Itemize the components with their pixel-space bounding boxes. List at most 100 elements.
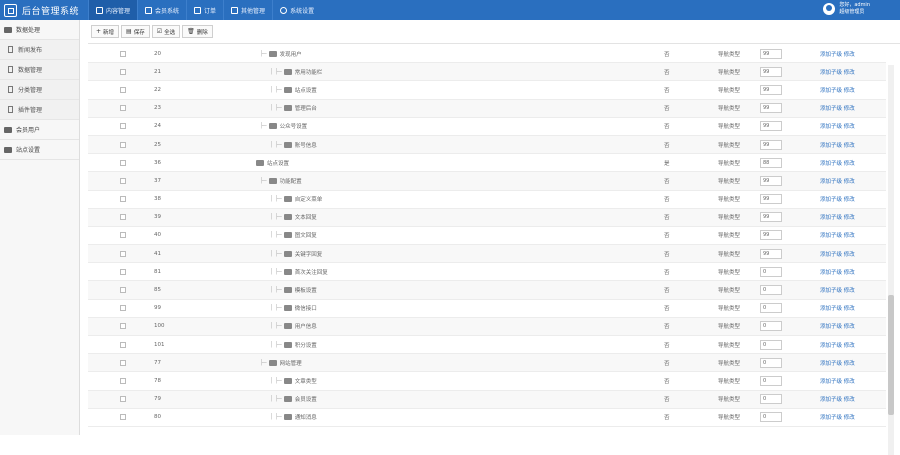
sidebar-item-news[interactable]: 新闻发布 bbox=[0, 40, 79, 60]
modify-link[interactable]: 修改 bbox=[844, 288, 855, 294]
row-checkbox[interactable] bbox=[120, 86, 126, 93]
add-child-link[interactable]: 添加子级 bbox=[820, 215, 842, 221]
add-child-link[interactable]: 添加子级 bbox=[820, 415, 842, 421]
modify-link[interactable]: 修改 bbox=[844, 215, 855, 221]
modify-link[interactable]: 修改 bbox=[844, 306, 855, 312]
row-checkbox[interactable] bbox=[120, 50, 126, 57]
row-checkbox[interactable] bbox=[120, 159, 126, 166]
modify-link[interactable]: 修改 bbox=[844, 197, 855, 203]
row-checkbox[interactable] bbox=[120, 341, 126, 348]
add-child-link[interactable]: 添加子级 bbox=[820, 343, 842, 349]
row-checkbox[interactable] bbox=[120, 359, 126, 366]
modify-link[interactable]: 修改 bbox=[844, 124, 855, 130]
add-child-link[interactable]: 添加子级 bbox=[820, 70, 842, 76]
sort-input[interactable]: 99 bbox=[760, 48, 782, 59]
add-child-link[interactable]: 添加子级 bbox=[820, 179, 842, 185]
row-checkbox[interactable] bbox=[120, 305, 126, 312]
sort-input[interactable]: 0 bbox=[760, 266, 782, 277]
sidebar-item-data[interactable]: 数据管理 bbox=[0, 60, 79, 80]
row-checkbox[interactable] bbox=[120, 214, 126, 221]
modify-link[interactable]: 修改 bbox=[844, 179, 855, 185]
sidebar-group-site[interactable]: 站点设置 bbox=[0, 140, 79, 160]
row-checkbox[interactable] bbox=[120, 396, 126, 403]
row-checkbox[interactable] bbox=[120, 105, 126, 112]
sort-input[interactable]: 0 bbox=[760, 394, 782, 405]
sort-input[interactable]: 0 bbox=[760, 285, 782, 296]
modify-link[interactable]: 修改 bbox=[844, 161, 855, 167]
modify-link[interactable]: 修改 bbox=[844, 52, 855, 58]
nav-orders[interactable]: 订单 bbox=[186, 0, 223, 20]
delete-button[interactable]: 🗑 删除 bbox=[182, 25, 213, 38]
add-child-link[interactable]: 添加子级 bbox=[820, 252, 842, 258]
row-checkbox[interactable] bbox=[120, 232, 126, 239]
sort-input[interactable]: 99 bbox=[760, 84, 782, 95]
add-child-link[interactable]: 添加子级 bbox=[820, 88, 842, 94]
add-child-link[interactable]: 添加子级 bbox=[820, 233, 842, 239]
row-checkbox[interactable] bbox=[120, 177, 126, 184]
sort-input[interactable]: 99 bbox=[760, 230, 782, 241]
sort-input[interactable]: 99 bbox=[760, 121, 782, 132]
modify-link[interactable]: 修改 bbox=[844, 397, 855, 403]
nav-settings[interactable]: 系统设置 bbox=[272, 0, 321, 20]
select-all-button[interactable]: ☑ 全选 bbox=[151, 25, 181, 38]
add-child-link[interactable]: 添加子级 bbox=[820, 270, 842, 276]
modify-link[interactable]: 修改 bbox=[844, 233, 855, 239]
add-child-link[interactable]: 添加子级 bbox=[820, 397, 842, 403]
add-child-link[interactable]: 添加子级 bbox=[820, 143, 842, 149]
sidebar-item-plugins[interactable]: 插件管理 bbox=[0, 100, 79, 120]
add-child-link[interactable]: 添加子级 bbox=[820, 361, 842, 367]
add-child-link[interactable]: 添加子级 bbox=[820, 52, 842, 58]
sort-input[interactable]: 0 bbox=[760, 412, 782, 423]
modify-link[interactable]: 修改 bbox=[844, 88, 855, 94]
row-checkbox[interactable] bbox=[120, 287, 126, 294]
sidebar-group-data[interactable]: 数据处理 bbox=[0, 20, 79, 40]
sort-input[interactable]: 0 bbox=[760, 321, 782, 332]
scrollbar-thumb[interactable] bbox=[888, 295, 894, 415]
modify-link[interactable]: 修改 bbox=[844, 252, 855, 258]
row-checkbox[interactable] bbox=[120, 414, 126, 421]
sort-input[interactable]: 0 bbox=[760, 375, 782, 386]
sidebar-group-members[interactable]: 会员用户 bbox=[0, 120, 79, 140]
modify-link[interactable]: 修改 bbox=[844, 343, 855, 349]
modify-link[interactable]: 修改 bbox=[844, 361, 855, 367]
nav-members[interactable]: 会员系统 bbox=[137, 0, 186, 20]
sort-input[interactable]: 99 bbox=[760, 175, 782, 186]
save-button[interactable]: ▤ 保存 bbox=[121, 25, 150, 38]
add-child-link[interactable]: 添加子级 bbox=[820, 106, 842, 112]
modify-link[interactable]: 修改 bbox=[844, 379, 855, 385]
add-child-link[interactable]: 添加子级 bbox=[820, 288, 842, 294]
sort-input[interactable]: 99 bbox=[760, 139, 782, 150]
nav-other[interactable]: 其他管理 bbox=[223, 0, 272, 20]
row-checkbox[interactable] bbox=[120, 123, 126, 130]
modify-link[interactable]: 修改 bbox=[844, 70, 855, 76]
add-child-link[interactable]: 添加子级 bbox=[820, 379, 842, 385]
sort-input[interactable]: 99 bbox=[760, 103, 782, 114]
modify-link[interactable]: 修改 bbox=[844, 143, 855, 149]
sort-input[interactable]: 88 bbox=[760, 157, 782, 168]
sort-input[interactable]: 99 bbox=[760, 66, 782, 77]
row-checkbox[interactable] bbox=[120, 323, 126, 330]
add-child-link[interactable]: 添加子级 bbox=[820, 124, 842, 130]
sort-input[interactable]: 99 bbox=[760, 212, 782, 223]
row-checkbox[interactable] bbox=[120, 196, 126, 203]
modify-link[interactable]: 修改 bbox=[844, 415, 855, 421]
add-child-link[interactable]: 添加子级 bbox=[820, 161, 842, 167]
add-child-link[interactable]: 添加子级 bbox=[820, 197, 842, 203]
app-logo[interactable]: 后台管理系统 bbox=[4, 2, 79, 18]
modify-link[interactable]: 修改 bbox=[844, 270, 855, 276]
row-checkbox[interactable] bbox=[120, 268, 126, 275]
modify-link[interactable]: 修改 bbox=[844, 324, 855, 330]
add-button[interactable]: + 新增 bbox=[91, 25, 120, 38]
sort-input[interactable]: 0 bbox=[760, 357, 782, 368]
nav-content[interactable]: 内容管理 bbox=[88, 0, 138, 20]
sort-input[interactable]: 99 bbox=[760, 194, 782, 205]
row-checkbox[interactable] bbox=[120, 250, 126, 257]
add-child-link[interactable]: 添加子级 bbox=[820, 324, 842, 330]
sort-input[interactable]: 99 bbox=[760, 248, 782, 259]
sidebar-item-category[interactable]: 分类管理 bbox=[0, 80, 79, 100]
sort-input[interactable]: 0 bbox=[760, 303, 782, 314]
add-child-link[interactable]: 添加子级 bbox=[820, 306, 842, 312]
user-info[interactable]: 您好，admin 超级管理员 bbox=[823, 2, 870, 16]
sort-input[interactable]: 0 bbox=[760, 339, 782, 350]
row-checkbox[interactable] bbox=[120, 141, 126, 148]
